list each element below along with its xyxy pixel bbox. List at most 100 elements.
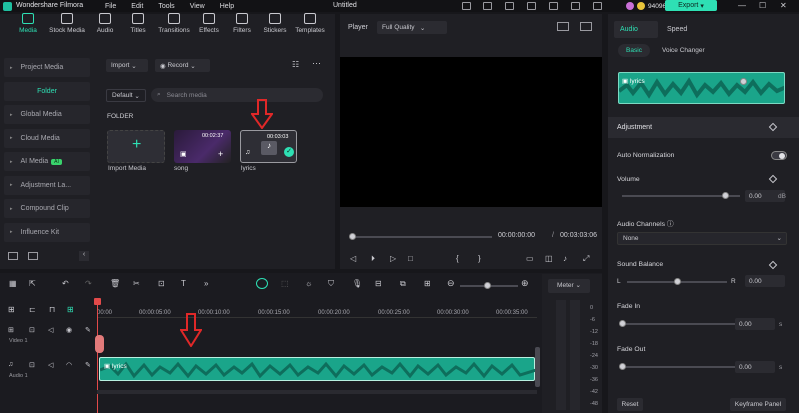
playhead[interactable] bbox=[97, 298, 98, 413]
sun-icon[interactable]: ☼ bbox=[305, 279, 312, 288]
lock-icon[interactable]: ⊡ bbox=[29, 361, 35, 369]
preview-screen[interactable] bbox=[340, 57, 602, 207]
collapse-sidebar-icon[interactable]: ‹ bbox=[79, 251, 89, 261]
export-button[interactable]: Export ▾ bbox=[665, 0, 717, 11]
display-icon[interactable]: ▭ bbox=[526, 254, 534, 263]
shield-icon[interactable]: ⬚ bbox=[281, 279, 289, 288]
maximize-icon[interactable]: ☐ bbox=[759, 1, 766, 10]
upload-icon[interactable] bbox=[571, 2, 580, 10]
fade-in-handle[interactable] bbox=[619, 320, 626, 327]
fade-in-slider[interactable] bbox=[622, 323, 740, 325]
grid-icon[interactable] bbox=[593, 2, 602, 10]
balance-value[interactable]: 0.00 bbox=[745, 275, 785, 287]
folder-icon[interactable] bbox=[28, 252, 38, 260]
subtab-basic[interactable]: Basic bbox=[618, 44, 650, 57]
sidebar-item-ai-media[interactable]: ▸ AI Media AI bbox=[4, 152, 90, 171]
mic-icon[interactable]: 🎙 bbox=[352, 279, 362, 288]
fade-out-handle[interactable] bbox=[619, 363, 626, 370]
sort-dropdown[interactable]: Default ⌄ bbox=[106, 89, 146, 102]
cut-icon[interactable]: ✂ bbox=[133, 279, 140, 288]
merge-icon[interactable]: ⧉ bbox=[400, 279, 406, 289]
waveform-handle[interactable] bbox=[740, 78, 747, 85]
menu-help[interactable]: Help bbox=[220, 3, 234, 10]
headphone-icon[interactable]: ◠ bbox=[66, 361, 72, 369]
ai-tool-icon[interactable] bbox=[256, 278, 268, 289]
auto-normalization-toggle[interactable] bbox=[771, 151, 787, 160]
quality-dropdown[interactable]: Full Quality ⌄ bbox=[377, 21, 447, 34]
meter-dropdown[interactable]: Meter ⌄ bbox=[548, 279, 590, 293]
zoom-out-icon[interactable]: ⊖ bbox=[447, 278, 455, 289]
select-icon[interactable]: ⇱ bbox=[29, 279, 36, 288]
fade-out-value[interactable]: 0.00 bbox=[735, 361, 775, 373]
keyframe-panel-button[interactable]: Keyframe Panel bbox=[730, 398, 786, 411]
menu-edit[interactable]: Edit bbox=[131, 3, 143, 10]
crop-icon[interactable]: ⊡ bbox=[158, 279, 165, 288]
snap-icon[interactable]: ⊞ bbox=[67, 305, 74, 314]
credits-display[interactable]: 94096 bbox=[626, 0, 666, 12]
sidebar-item-global-media[interactable]: ▸ Global Media bbox=[4, 105, 90, 124]
vertical-scrollbar[interactable] bbox=[535, 347, 540, 387]
account-icon[interactable] bbox=[505, 2, 514, 10]
prev-frame-icon[interactable]: ◁ bbox=[350, 254, 356, 263]
menu-tools[interactable]: Tools bbox=[158, 3, 174, 10]
record-dropdown[interactable]: ◉ Record ⌄ bbox=[155, 59, 210, 72]
fade-out-slider[interactable] bbox=[622, 366, 740, 368]
subtitle-icon[interactable]: ⊟ bbox=[375, 279, 382, 288]
add-track-icon[interactable]: ⊞ bbox=[8, 305, 15, 314]
redo-icon[interactable]: ↷ bbox=[85, 279, 92, 288]
magnet-icon[interactable]: ⊓ bbox=[49, 305, 55, 314]
minimize-icon[interactable]: — bbox=[738, 1, 746, 10]
marker-icon[interactable]: ⛉ bbox=[328, 279, 334, 289]
text-icon[interactable]: T bbox=[181, 279, 186, 288]
sidebar-item-cloud-media[interactable]: ▸ Cloud Media bbox=[4, 128, 90, 148]
gift-icon[interactable] bbox=[483, 2, 492, 10]
tab-media[interactable]: Media bbox=[8, 13, 48, 34]
audio-clip[interactable]: ▣ lyrics bbox=[99, 357, 537, 381]
sidebar-item-adjustment-layer[interactable]: ▸ Adjustment La... bbox=[4, 175, 90, 195]
playhead-handle[interactable] bbox=[94, 298, 101, 305]
snapshot-icon[interactable] bbox=[580, 22, 592, 31]
new-folder-icon[interactable] bbox=[8, 252, 18, 260]
speaker-icon[interactable]: ◁ bbox=[48, 326, 53, 334]
compare-view-icon[interactable] bbox=[557, 22, 569, 31]
subtab-voice-changer[interactable]: Voice Changer bbox=[662, 47, 705, 54]
more-tools-icon[interactable]: » bbox=[204, 279, 208, 288]
media-item-lyrics[interactable]: 00:03:03 ♪ ♫ ✓ bbox=[240, 130, 297, 163]
play-icon[interactable]: ▷ bbox=[390, 254, 396, 263]
save-icon[interactable] bbox=[549, 2, 558, 10]
undo-icon[interactable]: ↶ bbox=[62, 279, 69, 288]
volume-slider-handle[interactable] bbox=[721, 192, 729, 199]
eye-icon[interactable]: ◉ bbox=[66, 326, 72, 334]
tab-stickers[interactable]: Stickers bbox=[255, 13, 295, 34]
volume-icon[interactable]: ♪ bbox=[563, 254, 567, 263]
fullscreen-icon[interactable]: ⤢ bbox=[583, 254, 589, 264]
mark-in-icon[interactable]: { bbox=[456, 254, 459, 263]
filter-icon[interactable]: ☷ bbox=[292, 60, 299, 69]
menu-view[interactable]: View bbox=[190, 3, 205, 10]
zoom-handle[interactable] bbox=[484, 282, 491, 289]
import-dropdown[interactable]: Import ⌄ bbox=[106, 59, 148, 72]
playback-scrubber[interactable] bbox=[352, 236, 492, 238]
tab-speed[interactable]: Speed bbox=[667, 26, 687, 33]
close-icon[interactable]: ✕ bbox=[780, 1, 787, 10]
import-media-card[interactable]: + bbox=[107, 130, 165, 163]
camera-icon[interactable]: ◫ bbox=[545, 254, 553, 263]
speaker-icon[interactable]: ◁ bbox=[48, 361, 53, 369]
search-input[interactable]: ⌕ Search media bbox=[151, 88, 323, 102]
link-icon[interactable]: ⊏ bbox=[29, 305, 36, 314]
sidebar-item-project-media[interactable]: ▸ Project Media bbox=[4, 58, 90, 77]
balance-slider-handle[interactable] bbox=[674, 278, 681, 285]
cloud-icon[interactable] bbox=[527, 2, 536, 10]
scrubber-handle[interactable] bbox=[349, 233, 356, 240]
timeline-scrollbar[interactable] bbox=[97, 390, 537, 394]
mark-out-icon[interactable]: } bbox=[478, 254, 481, 263]
zoom-in-icon[interactable]: ⊕ bbox=[521, 278, 529, 289]
menu-file[interactable]: File bbox=[105, 3, 116, 10]
audio-channels-dropdown[interactable]: None ⌄ bbox=[617, 232, 787, 245]
tab-transitions[interactable]: Transitions bbox=[154, 13, 194, 34]
tab-templates[interactable]: Templates bbox=[290, 13, 330, 34]
playhead-marker[interactable] bbox=[95, 335, 104, 353]
split-icon[interactable]: ⊞ bbox=[424, 279, 431, 288]
lock-icon[interactable]: ⊡ bbox=[29, 326, 35, 334]
pencil-icon[interactable]: ✎ bbox=[85, 361, 91, 369]
